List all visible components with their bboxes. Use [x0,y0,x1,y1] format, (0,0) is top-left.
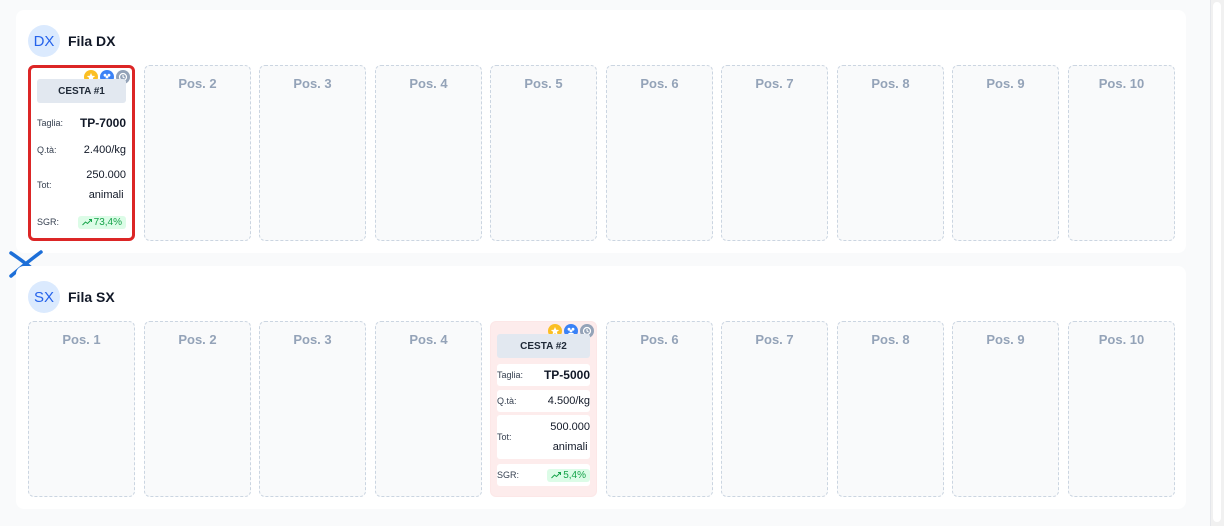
slot-label: Pos. 3 [293,332,332,347]
slot-sx-pos-9[interactable]: Pos. 9 [952,321,1059,497]
field-taglia: Taglia: TP-7000 [37,112,126,134]
slot-sx-pos-3[interactable]: Pos. 3 [259,321,366,497]
vertical-scrollbar[interactable] [1210,0,1224,526]
slot-label: Pos. 4 [409,332,448,347]
sgr-value: 5,4% [563,469,586,481]
slot-label: Pos. 5 [524,76,563,91]
sgr-label: SGR: [497,470,520,480]
tot-value-number: 500.000 [550,421,590,433]
sgr-value: 73,4% [93,216,122,228]
cesta-title: CESTA #2 [497,334,590,358]
slot-label: Pos. 8 [871,76,910,91]
slot-sx-pos-10[interactable]: Pos. 10 [1068,321,1175,497]
slot-sx-pos-6[interactable]: Pos. 6 [606,321,713,497]
row-title-sx: Fila SX [68,289,115,305]
slot-label: Pos. 10 [1098,332,1145,347]
slot-label: Pos. 8 [871,332,910,347]
slot-dx-pos-2[interactable]: Pos. 2 [144,65,251,241]
tot-label: Tot: [37,180,52,190]
tot-value: 500.000 animali [550,417,590,457]
tot-value-number: 250.000 [86,169,126,181]
slot-dx-pos-7[interactable]: Pos. 7 [721,65,828,241]
trend-up-icon [551,472,562,479]
tot-value: 250.000 animali [86,165,126,205]
qta-value: 4.500/kg [547,395,590,407]
slot-sx-pos-7[interactable]: Pos. 7 [721,321,828,497]
slot-sx-pos-1[interactable]: Pos. 1 [28,321,135,497]
row-badge-dx: DX [28,25,60,57]
trend-up-icon [81,219,92,226]
slot-sx-pos-4[interactable]: Pos. 4 [375,321,482,497]
qta-label: Q.tà: [497,396,517,406]
taglia-value: TP-5000 [543,368,590,382]
slot-dx-pos-5[interactable]: Pos. 5 [490,65,597,241]
slot-sx-pos-2[interactable]: Pos. 2 [144,321,251,497]
slot-label: Pos. 2 [178,76,217,91]
cesta-title: CESTA #1 [37,79,126,103]
qta-label: Q.tà: [37,145,57,155]
tot-value-unit: animali [552,441,588,453]
taglia-label: Taglia: [37,118,64,128]
field-qta: Q.tà: 2.400/kg [37,139,126,161]
sgr-badge: 5,4% [547,468,590,482]
field-taglia: Taglia: TP-5000 [497,364,590,386]
field-qta: Q.tà: 4.500/kg [497,390,590,412]
scrollbar-thumb[interactable] [1213,2,1221,522]
slot-label: Pos. 7 [755,332,794,347]
tot-value-unit: animali [88,189,124,201]
slot-sx-pos-8[interactable]: Pos. 8 [837,321,944,497]
row-fila-dx: DX Fila DX CESTA #1 Taglia: TP-7000 Q.tà… [16,10,1186,253]
field-sgr: SGR: 5,4% [497,464,590,486]
slot-sx-pos-5[interactable]: CESTA #2 Taglia: TP-5000 Q.tà: 4.500/kg … [490,321,597,497]
sgr-label: SGR: [37,217,60,227]
slot-label: Pos. 4 [409,76,448,91]
slot-label: Pos. 10 [1098,76,1145,91]
row-header-dx: DX Fila DX [28,25,115,57]
row-header-sx: SX Fila SX [28,281,115,313]
row-badge-sx: SX [28,281,60,313]
slot-label: Pos. 9 [986,76,1025,91]
slot-label: Pos. 6 [640,332,679,347]
slot-dx-pos-6[interactable]: Pos. 6 [606,65,713,241]
slot-dx-pos-10[interactable]: Pos. 10 [1068,65,1175,241]
field-sgr: SGR: 73,4% [37,211,126,233]
field-tot: Tot: 250.000 animali [37,164,126,206]
slot-label: Pos. 9 [986,332,1025,347]
slot-label: Pos. 2 [178,332,217,347]
slot-dx-pos-4[interactable]: Pos. 4 [375,65,482,241]
row-fila-sx: SX Fila SX Pos. 1 Pos. 2 Pos. 3 Pos. 4 C… [16,266,1186,509]
slot-dx-pos-9[interactable]: Pos. 9 [952,65,1059,241]
sgr-badge: 73,4% [77,215,126,229]
slot-dx-pos-3[interactable]: Pos. 3 [259,65,366,241]
tot-label: Tot: [497,432,512,442]
taglia-value: TP-7000 [79,116,126,130]
field-tot: Tot: 500.000 animali [497,415,590,459]
slot-dx-pos-8[interactable]: Pos. 8 [837,65,944,241]
slot-label: Pos. 6 [640,76,679,91]
slot-label: Pos. 3 [293,76,332,91]
slot-label: Pos. 1 [62,332,101,347]
qta-value: 2.400/kg [83,144,126,156]
taglia-label: Taglia: [497,370,524,380]
slot-label: Pos. 7 [755,76,794,91]
slot-dx-pos-1[interactable]: CESTA #1 Taglia: TP-7000 Q.tà: 2.400/kg … [28,65,135,241]
row-title-dx: Fila DX [68,33,116,49]
